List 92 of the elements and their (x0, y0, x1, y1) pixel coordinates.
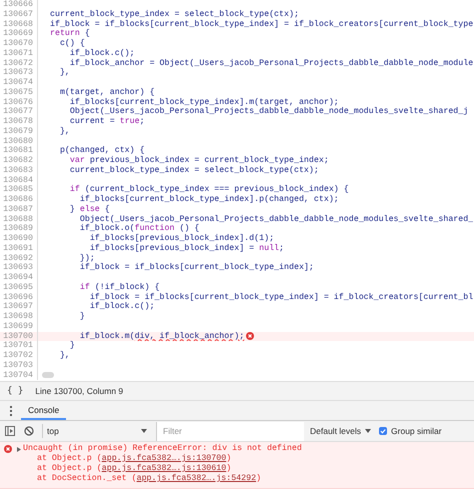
pretty-print-button[interactable]: { } (5, 386, 26, 396)
levels-dropdown[interactable]: Default levels (310, 426, 372, 436)
more-menu-icon[interactable] (9, 405, 13, 417)
code-line: Object(_Users_jacob_Personal_Projects_dabble_dabble_node_modules_svelte_shared_ (78, 214, 474, 224)
code-line: if_block_anchor = Object(_Users_jacob_Personal_Projects_dabble_dabble_node_module (68, 58, 474, 68)
code-line: if_block.m(div, if_block_anchor); (78, 332, 244, 342)
code-line: } (68, 341, 75, 351)
code-line: current = true; (68, 117, 145, 127)
source-link[interactable]: app.js.fca5382….js:130700 (102, 454, 226, 463)
code-line: if_blocks[current_block_type_index].m(target, anchor); (68, 98, 339, 107)
line-number: 130684 (0, 176, 38, 186)
code-line: if_block.c(); (88, 302, 155, 312)
line-number: 130675 (0, 88, 38, 98)
context-select[interactable]: top (42, 424, 151, 438)
code-line: if_block = if_blocks[current_block_type_index] = if_block_creators[current_block_type (50, 20, 474, 29)
line-number: 130688 (0, 214, 38, 224)
line-number: 130692 (0, 254, 38, 264)
line-number: 130682 (0, 156, 38, 166)
line-number: 130683 (0, 166, 38, 176)
error-icon (246, 332, 254, 340)
line-number: 130695 (0, 282, 38, 292)
line-number: 130691 (0, 244, 38, 254)
line-number: 130679 (0, 126, 38, 136)
caret-icon (365, 429, 372, 433)
line-number: 130701 (0, 341, 38, 351)
stack-trace-line: at Object.p (app.js.fca5382….js:130610) (36, 464, 232, 474)
line-number: 130670 (0, 39, 38, 49)
code-line: } else { (68, 204, 110, 214)
error-icon (4, 445, 12, 453)
code-line: m(target, anchor) { (58, 88, 155, 98)
line-number: 130693 (0, 263, 38, 273)
code-line: if (current_block_type_index === previous_block_index) { (68, 185, 349, 195)
code-line: return { (50, 29, 90, 39)
line-number: 130685 (0, 185, 38, 195)
stack-trace-line: at DocSection._set (app.js.fca5382….js:54292) (36, 474, 262, 484)
code-line: }, (58, 351, 70, 361)
caret-icon (141, 429, 147, 433)
line-number: 130674 (0, 78, 38, 88)
source-link[interactable]: app.js.fca5382….js:54292 (136, 474, 256, 483)
code-line: } (78, 312, 85, 322)
line-number: 130694 (0, 273, 38, 283)
code-line: if_block = if_blocks[current_block_type_index] = if_block_creators[current_bl (88, 292, 474, 302)
line-number: 130667 (0, 10, 38, 20)
line-number: 130703 (0, 360, 38, 370)
code-line: if (!if_block) { (78, 282, 160, 292)
line-number: 130678 (0, 117, 38, 127)
clear-icon[interactable] (24, 426, 34, 436)
code-line: if_block.o(function () { (78, 224, 200, 234)
scrollbar-thumb[interactable] (42, 372, 54, 378)
line-number: 130687 (0, 204, 38, 214)
stack-trace-line: at Object.p (app.js.fca5382….js:130700) (36, 454, 232, 464)
code-line: if_block = if_blocks[current_block_type_index]; (78, 263, 314, 273)
line-number: 130702 (0, 351, 38, 361)
line-number: 130700 (0, 332, 38, 342)
code-line: if_block.c(); (68, 48, 135, 58)
code-line: Object(_Users_jacob_Personal_Projects_dabble_dabble_node_modules_svelte_shared_j (68, 107, 468, 117)
code-line: current_block_type_index = select_block_type(ctx); (68, 166, 319, 176)
line-number: 130704 (0, 370, 38, 380)
checkbox-label: Group similar (391, 426, 442, 436)
line-number: 130677 (0, 107, 38, 117)
error-text: Uncaught (in promise) ReferenceError: div is not defined (23, 444, 302, 454)
line-number: 130676 (0, 98, 38, 108)
line-number: 130668 (0, 20, 38, 30)
line-number: 130673 (0, 68, 38, 78)
source-link[interactable]: app.js.fca5382….js:130610 (102, 464, 226, 473)
checkbox[interactable] (379, 427, 388, 435)
code-line: current_block_type_index = select_block_type(ctx); (50, 10, 299, 20)
code-line: }, (58, 68, 70, 78)
code-line: }); (78, 254, 95, 263)
line-number: 130689 (0, 224, 38, 234)
line-number: 130698 (0, 312, 38, 322)
filter-field[interactable]: Filter (156, 422, 304, 440)
line-number: 130681 (0, 146, 38, 156)
code-line: if_blocks[current_block_type_index].p(changed, ctx); (78, 195, 339, 205)
expand-icon[interactable] (17, 446, 21, 452)
line-number: 130672 (0, 58, 38, 68)
code-line: if_blocks[previous_block_index].d(1); (88, 234, 274, 244)
line-number: 130696 (0, 292, 38, 302)
line-number: 130680 (0, 136, 38, 146)
line-number: 130666 (0, 0, 38, 10)
cursor-position: Line 130700, Column 9 (35, 386, 124, 396)
sidebar-toggle-icon[interactable] (5, 426, 15, 436)
line-number: 130669 (0, 29, 38, 39)
code-line: c() { (58, 39, 85, 49)
code-line: p(changed, ctx) { (58, 146, 145, 156)
code-line: if_blocks[previous_block_index] = null; (88, 244, 284, 254)
line-number: 130671 (0, 48, 38, 58)
line-number: 130686 (0, 195, 38, 205)
code-line: }, (58, 126, 70, 136)
code-line: var previous_block_index = current_block_type_index; (68, 156, 329, 166)
line-number: 130690 (0, 234, 38, 244)
line-number: 130697 (0, 302, 38, 312)
